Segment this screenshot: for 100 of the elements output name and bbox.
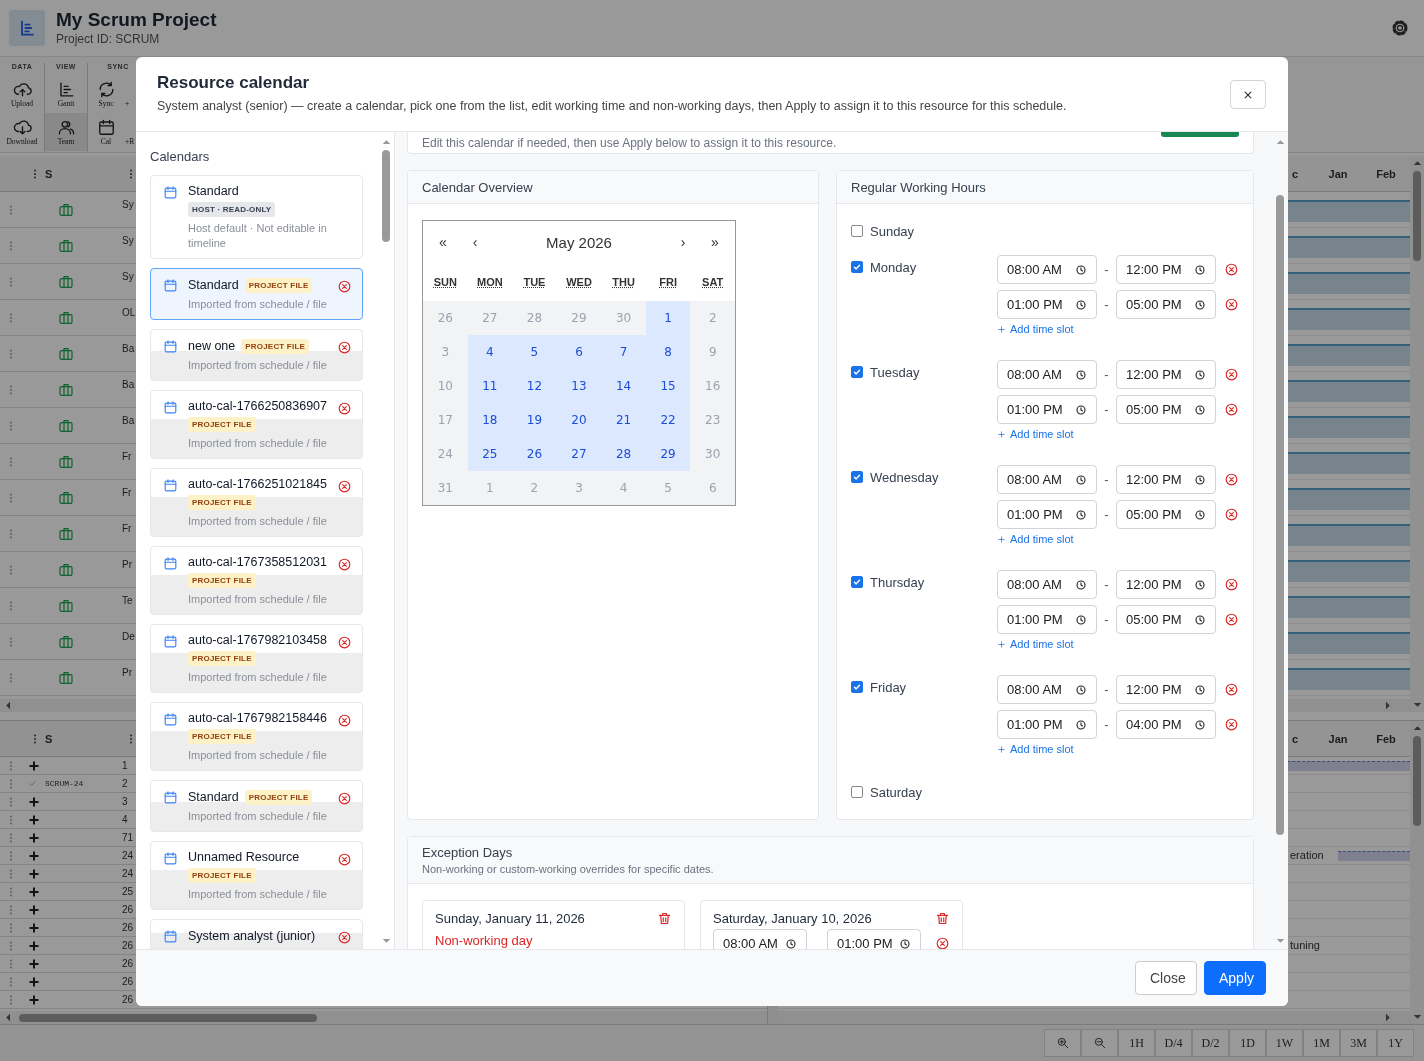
add-slot-link[interactable]: Add time slot xyxy=(997,738,1074,760)
calendar-item[interactable]: auto-cal-1767982103458 PROJECT FILE Imported from schedule / file xyxy=(150,624,363,693)
add-slot-link[interactable]: Add time slot xyxy=(997,423,1074,445)
day-cell[interactable]: 29 xyxy=(645,437,691,471)
separator: - xyxy=(1103,402,1110,417)
day-cell[interactable]: 1 xyxy=(645,301,691,335)
time-field[interactable]: 08:00 AM xyxy=(713,929,807,949)
calendar-note: Imported from schedule / file xyxy=(188,748,328,763)
day-cell[interactable]: 5 xyxy=(512,335,557,369)
day-cell[interactable]: 6 xyxy=(556,335,602,369)
day-cell[interactable]: 26 xyxy=(512,437,557,471)
time-field[interactable]: 12:00 PM xyxy=(1116,675,1216,704)
calendar-item[interactable]: auto-cal-1767982158446 PROJECT FILE Imported from schedule / file xyxy=(150,702,363,771)
calendar-item[interactable]: new one PROJECT FILE Imported from schedule / file xyxy=(150,329,363,381)
scale-button[interactable]: D/2 xyxy=(1192,1029,1229,1057)
time-field[interactable]: 12:00 PM xyxy=(1116,570,1216,599)
add-slot-link[interactable]: Add time slot xyxy=(997,633,1074,655)
time-field[interactable]: 08:00 AM xyxy=(997,360,1097,389)
time-field[interactable]: 08:00 AM xyxy=(997,255,1097,284)
calendar-item[interactable]: Standard PROJECT FILE Imported from schedule / file xyxy=(150,780,363,832)
dialog-subtitle: System analyst (senior) — create a calendar, pick one from the list, edit working time and non-working days, then Apply to assign it to this resource for this schedule. xyxy=(157,99,1068,113)
day-cell[interactable]: 20 xyxy=(556,403,602,437)
column-header[interactable]: S xyxy=(45,732,65,745)
day-cell[interactable]: 13 xyxy=(556,369,602,403)
time-field[interactable]: 12:00 PM xyxy=(1116,465,1216,494)
info-text: Edit this calendar if needed, then use Apply below to assign it to this resource. xyxy=(422,135,837,150)
table-cell-text: Ba xyxy=(122,414,135,426)
add-slot-link[interactable]: Add time slot xyxy=(997,318,1074,340)
calendar-note: Imported from schedule / file xyxy=(188,358,328,373)
calendar-item[interactable]: System analyst (junior) xyxy=(150,919,363,949)
month-title[interactable]: May 2026 xyxy=(491,233,667,251)
table-cell-text: Fr xyxy=(122,450,132,462)
time-field[interactable]: 01:00 PM xyxy=(997,605,1097,634)
add-slot-link[interactable]: Add time slot xyxy=(997,528,1074,550)
panel-title: Exception Days xyxy=(422,845,513,860)
table-cell: 26 xyxy=(122,976,134,987)
day-cell[interactable]: 19 xyxy=(512,403,557,437)
scale-button[interactable]: 1M xyxy=(1303,1029,1340,1057)
separator: - xyxy=(1103,682,1110,697)
apply-button[interactable]: Apply xyxy=(1204,961,1266,995)
table-cell-text: De xyxy=(122,630,135,642)
day-cell[interactable]: 18 xyxy=(467,403,513,437)
calendar-tag: PROJECT FILE xyxy=(244,789,313,805)
exception-date: Saturday, January 10, 2026 xyxy=(713,911,872,926)
calendar-item[interactable]: Standard PROJECT FILE Imported from schedule / file xyxy=(150,268,363,320)
time-field[interactable]: 01:00 PM xyxy=(997,710,1097,739)
scale-button[interactable]: 1H xyxy=(1118,1029,1155,1057)
calendar-name: System analyst (junior) xyxy=(188,929,316,943)
nav-button[interactable]: « xyxy=(427,234,459,250)
day-cell[interactable]: 4 xyxy=(467,335,513,369)
calendar-item[interactable]: auto-cal-1766250836907 PROJECT FILE Imported from schedule / file xyxy=(150,390,363,459)
day-cell[interactable]: 22 xyxy=(645,403,691,437)
scale-button[interactable]: 1Y xyxy=(1377,1029,1414,1057)
time-field[interactable]: 12:00 PM xyxy=(1116,255,1216,284)
calendar-item[interactable]: auto-cal-1766251021845 PROJECT FILE Imported from schedule / file xyxy=(150,468,363,537)
time-field[interactable]: 08:00 AM xyxy=(997,465,1097,494)
time-field[interactable]: 05:00 PM xyxy=(1116,395,1216,424)
nav-button[interactable]: ‹ xyxy=(459,234,491,250)
day-cell[interactable]: 12 xyxy=(512,369,557,403)
scale-button[interactable]: 1W xyxy=(1266,1029,1303,1057)
table-cell: 24 xyxy=(122,868,134,879)
calendar-item[interactable]: auto-cal-1767358512031 PROJECT FILE Imported from schedule / file xyxy=(150,546,363,615)
separator: - xyxy=(1103,577,1110,592)
separator: - xyxy=(1103,612,1110,627)
time-field[interactable]: 01:00 PM xyxy=(997,500,1097,529)
time-field[interactable]: 05:00 PM xyxy=(1116,290,1216,319)
nav-button[interactable]: › xyxy=(667,234,699,250)
time-field[interactable]: 01:00 PM xyxy=(997,395,1097,424)
day-cell[interactable]: 21 xyxy=(601,403,646,437)
time-field[interactable]: 08:00 AM xyxy=(997,570,1097,599)
calendar-item[interactable]: Unnamed Resource PROJECT FILE Imported from schedule / file xyxy=(150,841,363,910)
table-cell: 26 xyxy=(122,940,134,951)
time-field[interactable]: 12:00 PM xyxy=(1116,360,1216,389)
calendar-item[interactable]: Standard HOST · READ-ONLY Host default · Not editable in timeline xyxy=(150,175,363,259)
day-cell[interactable]: 27 xyxy=(556,437,602,471)
column-header[interactable]: S xyxy=(45,167,65,180)
nav-button[interactable]: » xyxy=(699,234,731,250)
calendar-name: Standard xyxy=(188,790,239,804)
day-cell[interactable]: 25 xyxy=(467,437,513,471)
time-field[interactable]: 01:00 PM xyxy=(827,929,921,949)
month-label: Jan xyxy=(1327,732,1349,745)
day-cell[interactable]: 11 xyxy=(467,369,513,403)
calendar-tag: PROJECT FILE xyxy=(244,277,313,293)
scale-button[interactable]: 3M xyxy=(1340,1029,1377,1057)
day-cell[interactable]: 28 xyxy=(601,437,646,471)
day-cell[interactable]: 7 xyxy=(601,335,646,369)
day-cell[interactable]: 15 xyxy=(645,369,691,403)
time-field[interactable]: 01:00 PM xyxy=(997,290,1097,319)
time-field[interactable]: 05:00 PM xyxy=(1116,605,1216,634)
section-heading: Calendars xyxy=(150,149,211,164)
close-button[interactable]: Close xyxy=(1135,961,1197,995)
panel-subtitle: Non-working or custom-working overrides for specific dates. xyxy=(422,863,714,875)
calendar-tag: PROJECT FILE xyxy=(188,573,256,588)
scale-button[interactable]: D/4 xyxy=(1155,1029,1192,1057)
day-cell[interactable]: 8 xyxy=(645,335,691,369)
day-cell[interactable]: 14 xyxy=(601,369,646,403)
scale-button[interactable]: 1D xyxy=(1229,1029,1266,1057)
time-field[interactable]: 05:00 PM xyxy=(1116,500,1216,529)
time-field[interactable]: 08:00 AM xyxy=(997,675,1097,704)
time-field[interactable]: 04:00 PM xyxy=(1116,710,1216,739)
